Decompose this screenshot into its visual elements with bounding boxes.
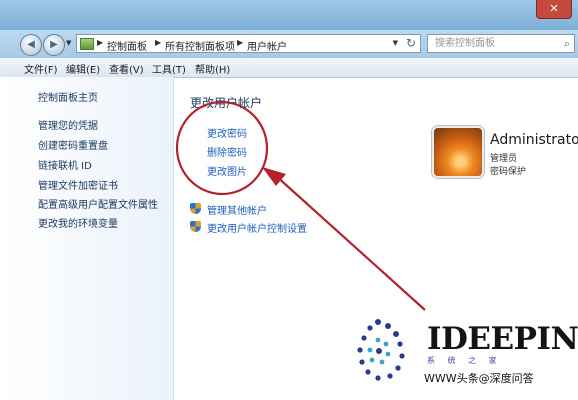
user-role: 管理员 <box>490 154 518 164</box>
breadcrumb-all-items[interactable]: 所有控制面板项 <box>165 38 235 53</box>
user-avatar[interactable] <box>432 126 484 178</box>
breadcrumb-separator-icon[interactable]: ▶ <box>97 38 103 47</box>
ideepin-logo-swirl-icon <box>357 319 405 381</box>
search-input[interactable]: 搜索控制面板 ⌕ <box>427 34 575 53</box>
navigation-bar: ◀ ▶ ▼ ▶ 控制面板 ▶ 所有控制面板项 ▶ 用户帐户 ▼ ↻ 搜索控制面板… <box>0 30 578 58</box>
manage-other-accounts-link[interactable]: 管理其他帐户 <box>207 202 267 217</box>
change-picture-link[interactable]: 更改图片 <box>207 163 247 178</box>
window-titlebar: ✕ <box>0 0 578 30</box>
sidebar-item-password-reset-disk[interactable]: 创建密码重置盘 <box>38 137 108 152</box>
sidebar-item-advanced-profile[interactable]: 配置高级用户配置文件属性 <box>38 196 158 211</box>
menu-bar: 文件(F) 编辑(E) 查看(V) 工具(T) 帮助(H) <box>0 58 578 78</box>
uac-settings-link[interactable]: 更改用户帐户控制设置 <box>207 220 307 235</box>
close-button[interactable]: ✕ <box>536 0 572 19</box>
remove-password-link[interactable]: 删除密码 <box>207 144 247 159</box>
annotation-arrowhead <box>262 167 286 186</box>
menu-edit[interactable]: 编辑(E) <box>66 61 100 76</box>
control-panel-icon <box>80 38 94 50</box>
menu-file[interactable]: 文件(F) <box>24 61 58 76</box>
address-bar[interactable]: ▶ 控制面板 ▶ 所有控制面板项 ▶ 用户帐户 ▼ ↻ <box>76 34 421 53</box>
ideepin-logo-text: IDEEPIN <box>427 321 578 357</box>
sidebar-item-encryption-certificates[interactable]: 管理文件加密证书 <box>38 177 118 192</box>
breadcrumb-separator-icon[interactable]: ▶ <box>155 38 161 47</box>
sidebar-item-environment-variables[interactable]: 更改我的环境变量 <box>38 215 118 230</box>
control-panel-home-link[interactable]: 控制面板主页 <box>38 89 98 104</box>
change-password-link[interactable]: 更改密码 <box>207 125 247 140</box>
watermark-text: WWW头条@深度问答 <box>424 372 534 385</box>
menu-view[interactable]: 查看(V) <box>109 61 144 76</box>
user-password-status: 密码保护 <box>490 167 527 177</box>
back-button[interactable]: ◀ <box>20 34 42 56</box>
address-history-dropdown-icon[interactable]: ▼ <box>393 39 398 47</box>
search-placeholder: 搜索控制面板 <box>435 38 495 49</box>
ideepin-logo-subtitle: 系 统 之 家 <box>427 356 502 365</box>
user-account-card: Administrator 管理员 密码保护 <box>424 118 578 194</box>
breadcrumb-control-panel[interactable]: 控制面板 <box>107 38 147 53</box>
user-name: Administrator <box>490 132 578 148</box>
search-icon[interactable]: ⌕ <box>564 35 570 52</box>
uac-shield-icon <box>190 203 201 214</box>
uac-shield-icon <box>190 221 201 232</box>
annotation-arrow-line <box>274 174 426 311</box>
recent-pages-dropdown-icon[interactable]: ▼ <box>66 39 71 47</box>
forward-button[interactable]: ▶ <box>43 34 65 56</box>
refresh-icon[interactable]: ↻ <box>406 36 416 50</box>
menu-tools[interactable]: 工具(T) <box>152 61 186 76</box>
task-sidebar: 控制面板主页 管理您的凭据 创建密码重置盘 链接联机 ID 管理文件加密证书 配… <box>0 77 174 400</box>
breadcrumb-user-accounts[interactable]: 用户帐户 <box>247 38 287 53</box>
sidebar-item-link-online-id[interactable]: 链接联机 ID <box>38 157 92 172</box>
menu-help[interactable]: 帮助(H) <box>195 61 230 76</box>
breadcrumb-separator-icon[interactable]: ▶ <box>237 38 243 47</box>
page-title: 更改用户帐户 <box>190 96 263 110</box>
sidebar-item-manage-credentials[interactable]: 管理您的凭据 <box>38 117 98 132</box>
